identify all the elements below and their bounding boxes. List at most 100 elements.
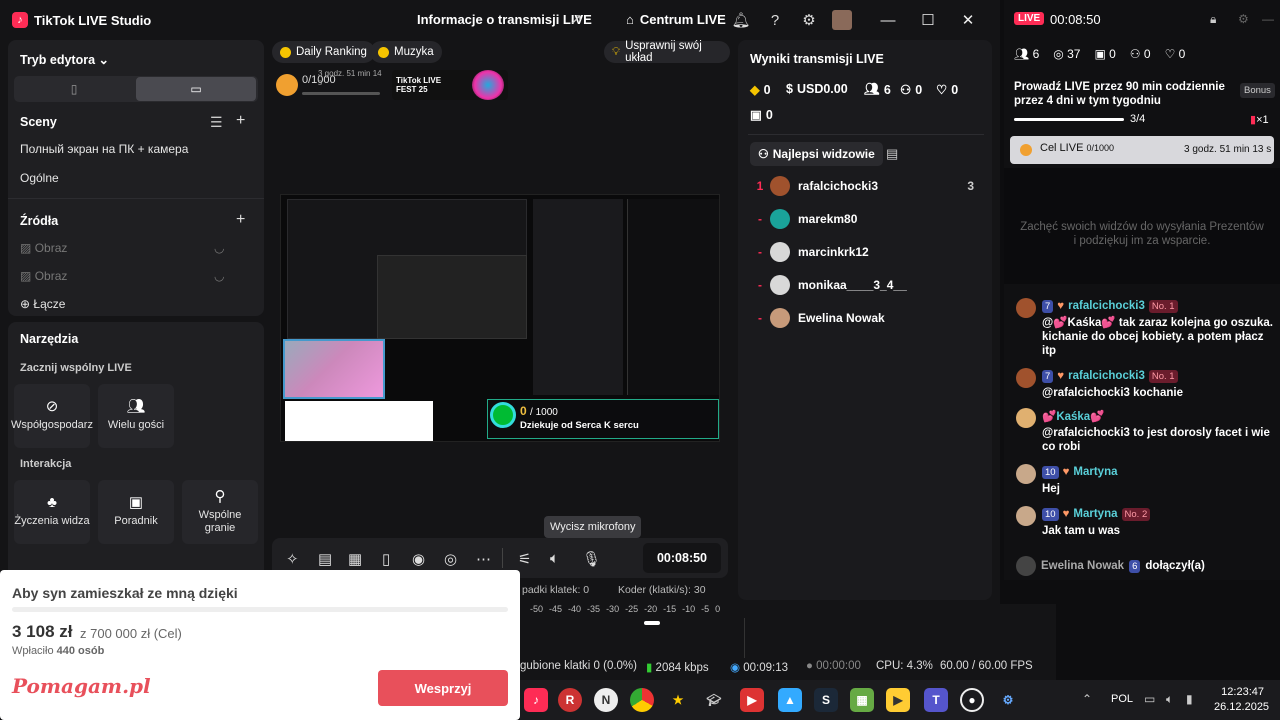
chat-username[interactable]: Martyna [1073,466,1117,478]
source-item[interactable]: ▨ Obraz [20,241,67,255]
avatar[interactable] [1016,408,1036,428]
multi-guest-button[interactable]: 👥︎ Wielu gości [98,384,174,448]
top-viewer-row[interactable]: 1 rafalcichocki3 3 [750,174,986,198]
hidden-eye-icon[interactable]: ◡ [214,241,224,255]
shared-game-button[interactable]: ⚲ Wspólne granie [182,480,258,544]
volume-slider-handle[interactable] [644,621,660,625]
encoder-value: 30 [693,584,706,596]
source-item[interactable]: ⊕ Łącze [20,297,65,311]
top-viewers-tab[interactable]: ⚇ Najlepsi widzowie [750,142,883,166]
portrait-icon[interactable]: ▯ [14,76,134,102]
app-n-taskbar-icon[interactable]: N [594,688,618,712]
target-icon[interactable]: ◎ [444,550,457,568]
add-scene-icon[interactable]: + [236,112,245,130]
source-item[interactable]: ▨ Obraz [20,269,67,283]
scene-item[interactable]: Полный экран на ПК + камера [20,142,188,156]
list-icon[interactable]: ☰ [210,114,223,131]
landscape-icon[interactable]: ▭ [136,77,256,101]
settings-taskbar-icon[interactable]: ⚙ [996,688,1020,712]
live-goal-card[interactable]: Cel LIVE 0/1000 3 godz. 51 min 13 s [1010,136,1274,164]
record-icon[interactable]: ◉ [412,550,425,568]
chevron-up-icon[interactable]: ⌃ [1082,692,1092,706]
minimize-button[interactable]: — [878,10,898,30]
teams-icon[interactable]: T [924,688,948,712]
music-chip[interactable]: Muzyka [370,41,442,63]
guide-button[interactable]: ▣ Poradnik [98,480,174,544]
clock-time[interactable]: 12:23:47 [1214,686,1264,698]
media-app-icon[interactable]: ▶ [740,688,764,712]
chat-username[interactable]: Martyna [1073,508,1117,520]
live-center-button[interactable]: ⌂ Centrum LIVE [626,12,726,27]
editor-mode-dropdown[interactable]: Tryb edytora ⌄ [20,52,109,67]
top-viewer-row[interactable]: - marcinkrk12 [750,240,986,264]
more-icon[interactable]: ⋯ [476,550,491,568]
language-indicator[interactable]: POL [1111,693,1133,705]
support-button[interactable]: Wesprzyj [378,670,508,706]
photos-icon[interactable]: ▲ [778,688,802,712]
add-source-icon[interactable]: + [236,211,245,229]
volume-icon[interactable]: 🔈︎ [1166,692,1173,707]
challenge-progress-bar [1014,118,1124,121]
app-r-taskbar-icon[interactable]: R [558,688,582,712]
image-icon: ▨ [20,269,32,283]
share-icon[interactable]: ↗ [570,10,583,28]
avatar[interactable] [1016,368,1036,388]
viewer-name: marekm80 [798,212,858,226]
chat-username[interactable]: rafalcichocki3 [1068,300,1145,312]
phone-icon[interactable]: ▯ [382,550,390,568]
network-icon[interactable]: ▭ [1144,692,1155,706]
clock-date[interactable]: 26.12.2025 [1214,701,1269,713]
likes-count: ♡ 0 [1164,47,1186,61]
obs-icon[interactable]: ● [960,688,984,712]
help-icon[interactable]: ? [765,10,785,30]
chrome-icon[interactable] [630,688,654,712]
graduation-icon[interactable]: 🎓︎ [702,688,726,712]
microphone-icon[interactable]: 🎙︎ [582,550,601,568]
speaker-icon[interactable]: 🔈︎ [550,550,559,567]
list-view-icon[interactable]: ▤ [886,146,898,162]
minecraft-icon[interactable]: ▦ [850,688,874,712]
profile-avatar[interactable] [832,10,852,30]
stream-timer: 00:08:50 [643,543,721,573]
likes-count-value: 0 [1178,47,1186,61]
lock-icon[interactable]: 🔒︎ [1210,12,1216,27]
top-viewer-row[interactable]: - Ewelina Nowak [750,306,986,330]
daily-ranking-chip[interactable]: Daily Ranking [272,41,375,63]
gift-icon [276,74,298,96]
camera-feed [283,339,385,399]
maximize-button[interactable]: ☐ [918,10,938,30]
star-app-icon[interactable]: ★ [666,688,690,712]
goal-bar [302,92,380,95]
top-viewer-row[interactable]: - monikaa____3_4__ [750,273,986,297]
bell-icon[interactable]: 🔔︎ [731,10,751,30]
video-app-icon[interactable]: ▶ [886,688,910,712]
settings-icon[interactable]: ⚙ [1238,12,1249,26]
hidden-eye-icon[interactable]: ◡ [214,269,224,283]
join-user[interactable]: Ewelina Nowak [1041,560,1124,572]
heart-icon: ♡ [936,83,948,97]
close-icon[interactable]: — [1262,12,1274,26]
mixer-icon[interactable]: ⚟ [518,550,531,568]
tiktok-taskbar-icon[interactable]: ♪ [524,688,548,712]
stream-info-title[interactable]: Informacje o transmisji LIVE [417,12,592,27]
scene-item[interactable]: Ogólne [20,171,59,185]
top-viewer-row[interactable]: - marekm80 [750,207,986,231]
camera-effects-icon[interactable]: ▤ [318,550,332,568]
chat-username[interactable]: rafalcichocki3 [1068,370,1145,382]
settings-icon[interactable]: ⚙ [799,10,819,30]
viewer-wishes-button[interactable]: ♣ Życzenia widza [14,480,90,544]
avatar[interactable] [1016,506,1036,526]
close-button[interactable]: ✕ [958,10,978,30]
screen-capture-icon[interactable]: ▦ [348,550,362,568]
record-time-value: 00:00:00 [816,660,861,672]
obs-status-strip: padki klatek: 0 Koder (klatki/s): 30 -50… [520,584,1056,680]
chat-username[interactable]: 💕Kaśka💕 [1042,409,1105,423]
improve-layout-chip[interactable]: 💡︎ Usprawnij swój układ [604,40,730,64]
effects-icon[interactable]: ✧ [286,550,299,568]
battery-icon[interactable]: ▮ [1186,692,1193,706]
cohost-button[interactable]: ⊘ Współgospodarz [11,384,93,448]
title-bar: ♪ TikTok LIVE Studio Informacje o transm… [0,0,1000,40]
steam-icon[interactable]: S [814,688,838,712]
avatar[interactable] [1016,464,1036,484]
avatar[interactable] [1016,298,1036,318]
